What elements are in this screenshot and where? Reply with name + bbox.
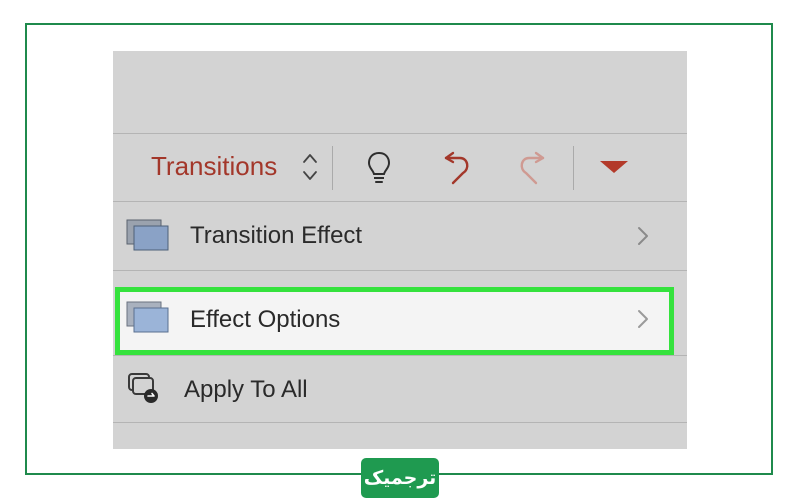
transitions-panel: Transitions Transition Effect Effect Opt… bbox=[113, 51, 687, 449]
menu-item-label: Effect Options bbox=[190, 306, 341, 333]
chevron-right-icon bbox=[638, 310, 648, 328]
redo-icon[interactable] bbox=[513, 147, 553, 187]
slides-stack-icon bbox=[126, 301, 169, 333]
watermark-text: ترجمیک bbox=[363, 467, 437, 489]
chevron-right-icon bbox=[638, 227, 648, 245]
apply-all-icon bbox=[128, 373, 158, 403]
toolbar-separator bbox=[573, 146, 574, 190]
menu-item-effect-options[interactable]: Effect Options bbox=[115, 287, 674, 355]
triangle-down-icon[interactable] bbox=[594, 147, 634, 187]
chevron-up-down-icon[interactable] bbox=[301, 150, 319, 184]
menu-item-label: Transition Effect bbox=[190, 222, 363, 249]
divider bbox=[113, 270, 687, 271]
transitions-title[interactable]: Transitions bbox=[151, 151, 277, 182]
slides-stack-icon bbox=[126, 219, 169, 251]
watermark-logo: ترجمیک bbox=[361, 458, 439, 498]
menu-item-label: Apply To All bbox=[184, 376, 308, 403]
menu-item-apply-to-all[interactable]: Apply To All bbox=[113, 356, 687, 422]
toolbar-separator bbox=[332, 146, 333, 190]
divider bbox=[113, 422, 687, 423]
transitions-toolbar: Transitions bbox=[113, 134, 687, 201]
undo-icon[interactable] bbox=[436, 147, 476, 187]
lightbulb-icon[interactable] bbox=[359, 147, 399, 187]
menu-item-transition-effect[interactable]: Transition Effect bbox=[113, 202, 687, 270]
